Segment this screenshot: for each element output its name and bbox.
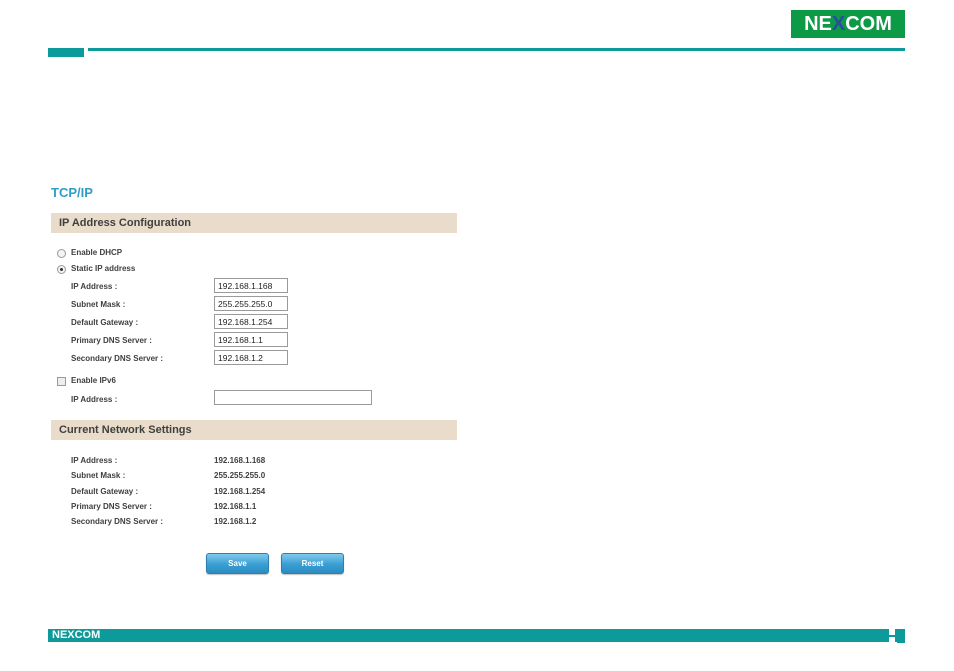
enable-dhcp-radio[interactable]: [57, 249, 66, 258]
footer-logo: NEXCOM: [52, 629, 101, 641]
current-gateway-value: 192.168.1.254: [214, 487, 266, 496]
current-ip-value: 192.168.1.168: [214, 456, 266, 465]
reset-button[interactable]: Reset: [281, 553, 344, 574]
current-secondary-dns-value: 192.168.1.2: [214, 517, 257, 526]
ip-address-label: IP Address :: [71, 282, 118, 291]
secondary-dns-label: Secondary DNS Server :: [71, 354, 164, 363]
logo-text-com: COM: [845, 12, 892, 35]
ip-config-header: IP Address Configuration: [51, 213, 457, 233]
default-gateway-input[interactable]: [214, 314, 288, 329]
logo-text-ne: NE: [804, 12, 832, 35]
ipv6-address-label: IP Address :: [71, 395, 118, 404]
current-settings-header: Current Network Settings: [51, 420, 457, 440]
enable-ipv6-label: Enable IPv6: [71, 376, 116, 385]
header-rule: [88, 48, 905, 51]
page-title: TCP/IP: [51, 185, 93, 200]
ipv6-address-input[interactable]: [214, 390, 372, 405]
current-ip-label: IP Address :: [71, 456, 118, 465]
current-subnet-value: 255.255.255.0: [214, 471, 266, 480]
ip-address-input[interactable]: [214, 278, 288, 293]
subnet-mask-input[interactable]: [214, 296, 288, 311]
current-primary-dns-value: 192.168.1.1: [214, 502, 257, 511]
nexcom-logo: NE X COM: [791, 10, 905, 38]
current-secondary-dns-label: Secondary DNS Server :: [71, 517, 164, 526]
current-gateway-label: Default Gateway :: [71, 487, 139, 496]
static-ip-label: Static IP address: [71, 264, 136, 273]
primary-dns-input[interactable]: [214, 332, 288, 347]
footer-corner-square-3: [889, 637, 895, 643]
enable-ipv6-checkbox[interactable]: [57, 377, 66, 386]
save-button[interactable]: Save: [206, 553, 269, 574]
footer-corner-square-2: [897, 637, 905, 643]
logo-text-x: X: [831, 12, 846, 35]
primary-dns-label: Primary DNS Server :: [71, 336, 152, 345]
static-ip-radio[interactable]: [57, 265, 66, 274]
current-primary-dns-label: Primary DNS Server :: [71, 502, 152, 511]
footer-corner-square-1: [889, 629, 895, 635]
secondary-dns-input[interactable]: [214, 350, 288, 365]
current-subnet-label: Subnet Mask :: [71, 471, 126, 480]
subnet-mask-label: Subnet Mask :: [71, 300, 126, 309]
enable-dhcp-label: Enable DHCP: [71, 248, 123, 257]
default-gateway-label: Default Gateway :: [71, 318, 139, 327]
footer-bar: [48, 629, 905, 642]
header-accent-block: [48, 48, 84, 57]
